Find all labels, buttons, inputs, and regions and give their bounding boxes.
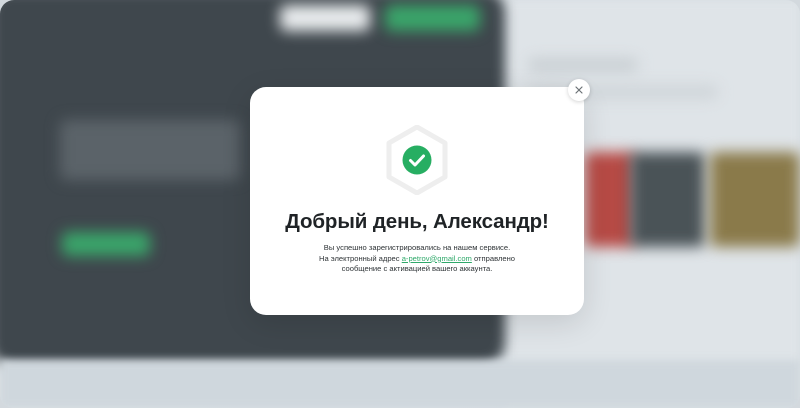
message-prefix: На электронный адрес	[318, 253, 400, 263]
modal-message: Вы успешно зарегистрировались на нашем с…	[250, 243, 584, 275]
email-link[interactable]: a-petrov@gmail.com	[402, 254, 472, 263]
background-card	[710, 152, 800, 247]
message-suffix: отправлено	[474, 253, 516, 263]
message-line: На электронный адрес a-petrov@gmail.com …	[250, 254, 584, 265]
modal-title: Добрый день, Александр!	[285, 210, 549, 233]
close-button[interactable]	[568, 79, 590, 101]
background-button	[280, 5, 370, 31]
background-button	[385, 5, 480, 31]
background-button	[62, 232, 150, 256]
background-card	[630, 152, 705, 247]
background-footer	[0, 360, 800, 408]
message-line: сообщение с активацией вашего аккаунта.	[341, 264, 493, 273]
close-icon	[575, 86, 583, 94]
check-circle-icon	[386, 125, 448, 195]
success-modal: Добрый день, Александр! Вы успешно зарег…	[250, 87, 584, 315]
background-text-block	[60, 120, 240, 180]
background-card	[585, 152, 635, 247]
background-text-block	[528, 58, 638, 72]
message-line: Вы успешно зарегистрировались на нашем с…	[323, 243, 511, 252]
